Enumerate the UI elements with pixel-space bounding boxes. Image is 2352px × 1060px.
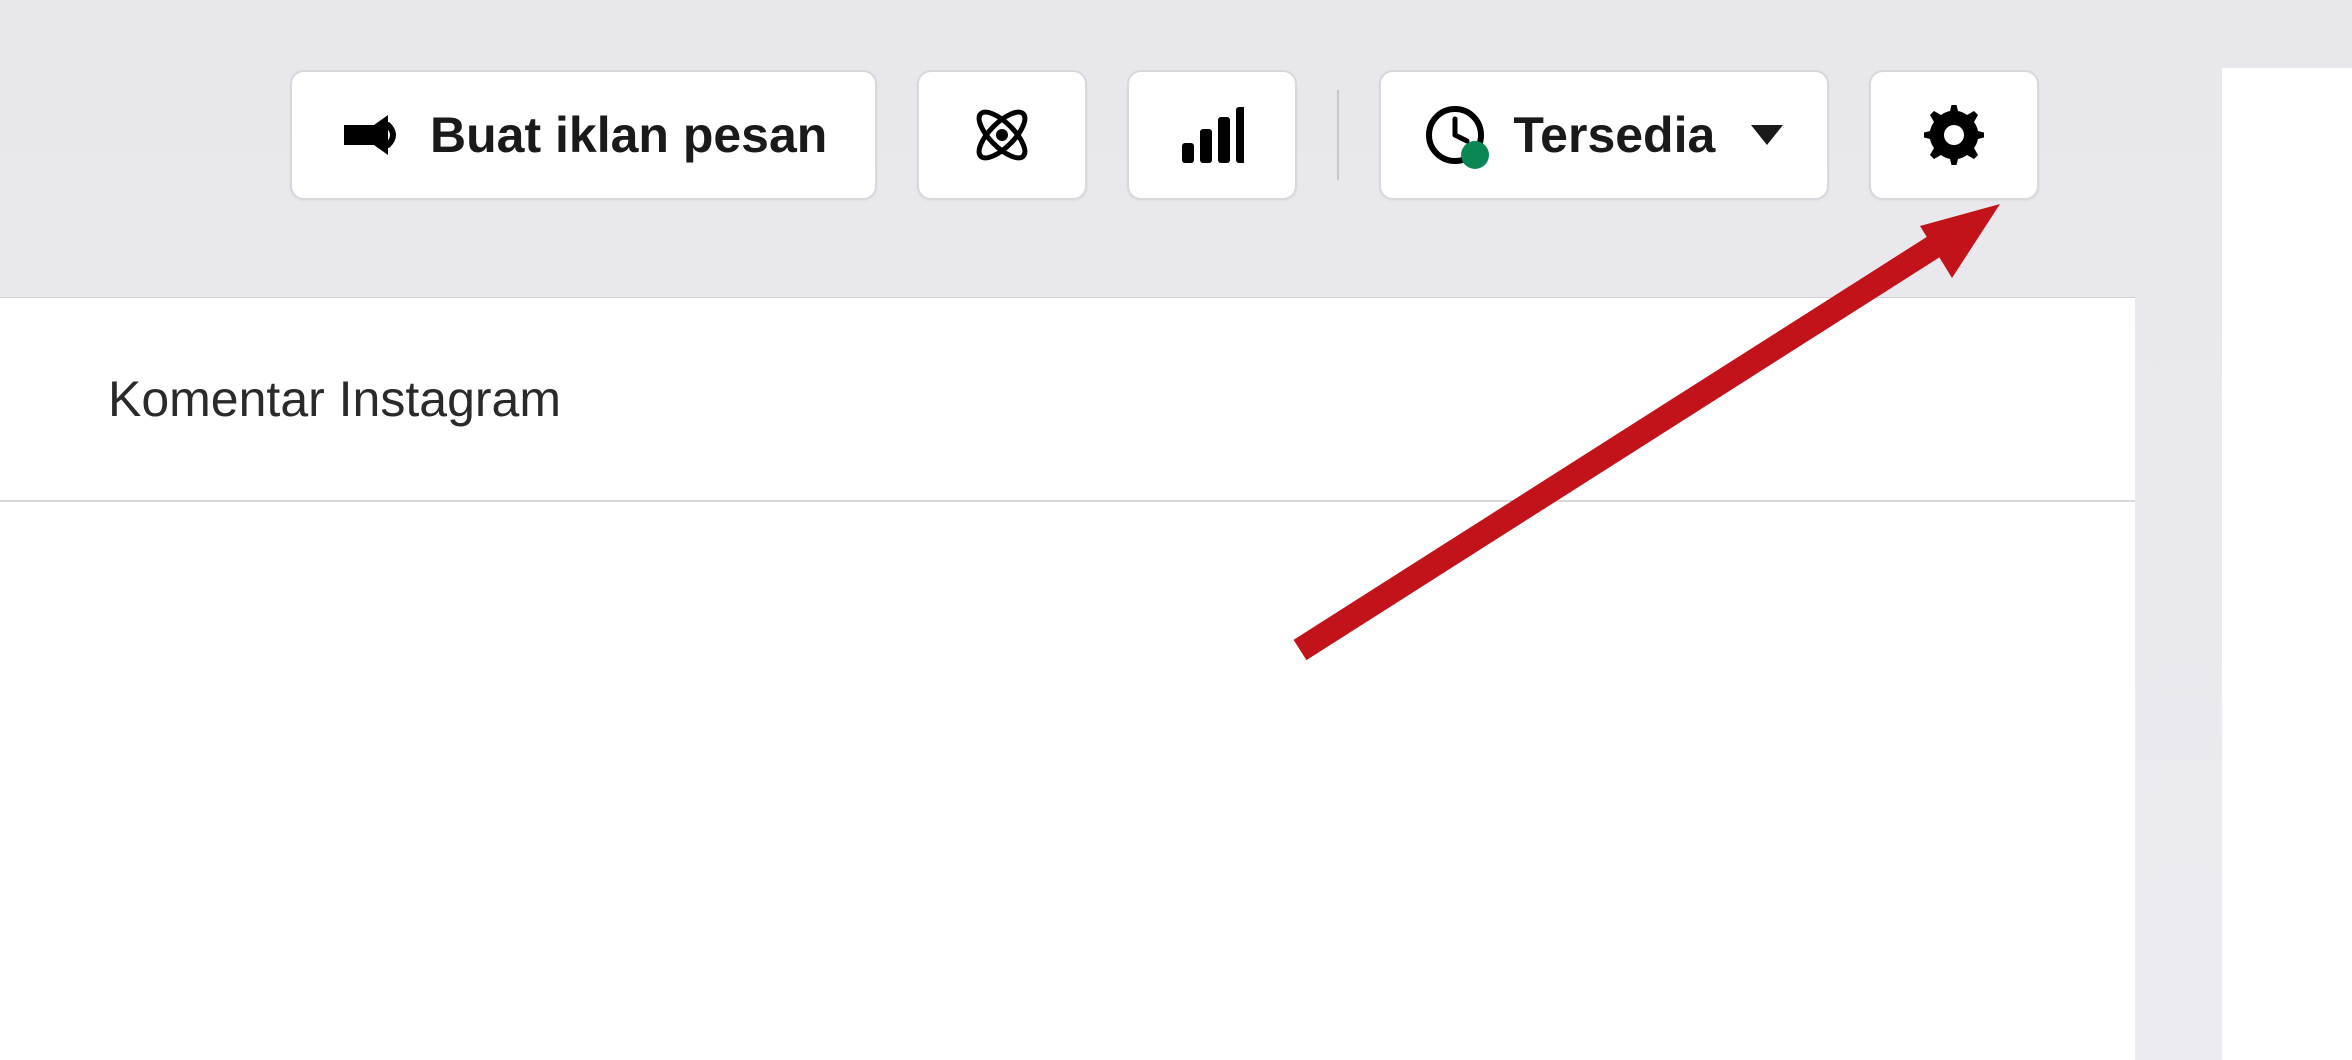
content-panel: Komentar Instagram	[0, 297, 2135, 1060]
atom-icon	[967, 100, 1037, 170]
create-message-ad-button[interactable]: Buat iklan pesan	[290, 70, 877, 200]
atom-button[interactable]	[917, 70, 1087, 200]
availability-status-button[interactable]: Tersedia	[1379, 70, 1829, 200]
create-ad-label: Buat iklan pesan	[430, 106, 827, 164]
analytics-button[interactable]	[1127, 70, 1297, 200]
clock-status-icon	[1425, 105, 1485, 165]
toolbar: Buat iklan pesan	[290, 70, 2039, 200]
content-title: Komentar Instagram	[108, 370, 2135, 428]
gear-icon	[1924, 105, 1984, 165]
bar-chart-icon	[1180, 107, 1244, 163]
content-header: Komentar Instagram	[0, 298, 2135, 502]
megaphone-icon	[340, 111, 402, 159]
settings-button[interactable]	[1869, 70, 2039, 200]
right-side-panel	[2222, 68, 2352, 1060]
toolbar-divider	[1337, 90, 1339, 180]
status-label: Tersedia	[1513, 106, 1715, 164]
chevron-down-icon	[1751, 125, 1783, 145]
